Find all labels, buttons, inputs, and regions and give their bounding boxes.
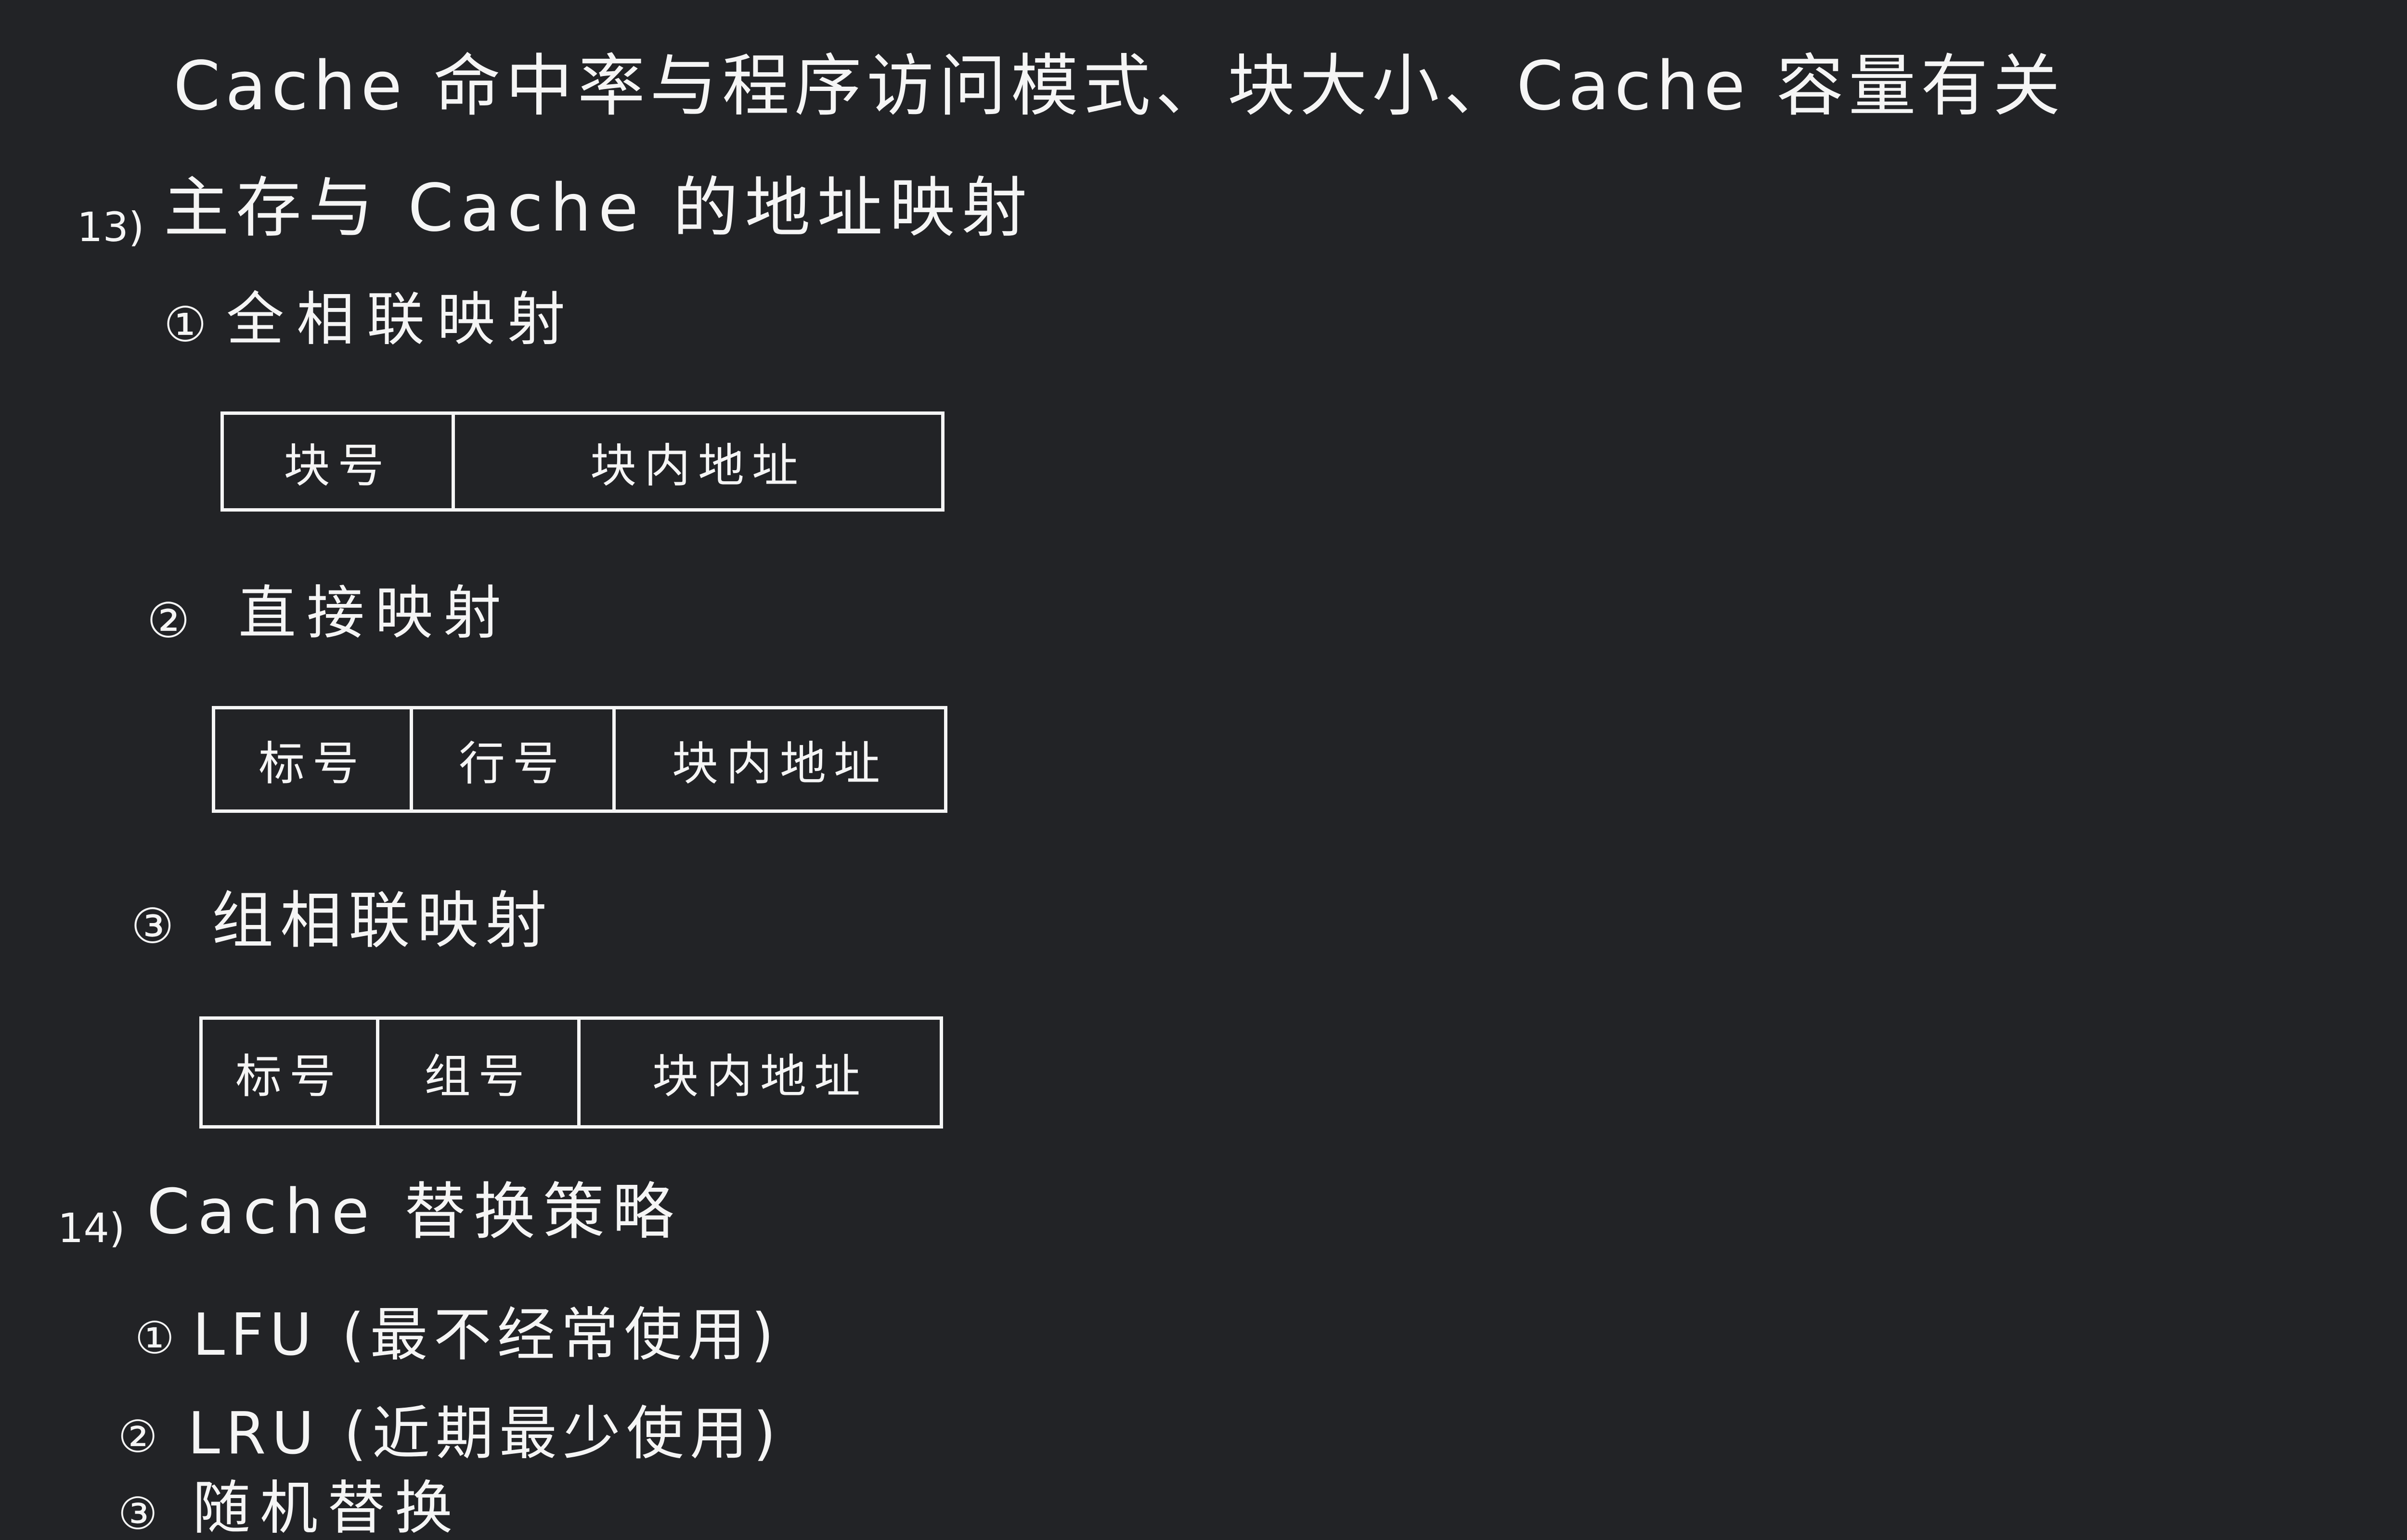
field-block-offset: 块内地址 (577, 1020, 940, 1125)
mapping-2-title: 直接映射 (238, 580, 512, 647)
mapping-3-marker: ③ (131, 898, 174, 954)
mapping-2-address-format: 标号 行号 块内地址 (212, 706, 947, 813)
policy-2-marker: ② (118, 1411, 158, 1463)
mapping-1-marker: ① (164, 296, 207, 353)
field-tag: 标号 (235, 1050, 343, 1104)
policy-1-text: LFU (最不经常使用) (193, 1302, 780, 1369)
policy-1-marker: ① (135, 1312, 175, 1364)
mapping-1-title: 全相联映射 (226, 286, 578, 353)
mapping-1-address-format: 块号 块内地址 (220, 411, 945, 512)
policy-3-marker: ③ (118, 1488, 158, 1540)
mapping-3-title: 组相联映射 (212, 885, 554, 957)
policy-2-text: LRU (近期最少使用) (188, 1400, 782, 1467)
section-14-number: 14) (58, 1205, 125, 1252)
mapping-2-marker: ② (147, 592, 190, 649)
field-set-number: 组号 (376, 1020, 577, 1125)
field-line-number: 行号 (410, 709, 612, 809)
field-block-number: 块号 (284, 438, 392, 493)
section-14-title: Cache 替换策略 (147, 1176, 682, 1248)
field-tag: 标号 (259, 736, 366, 791)
intro-line: Cache 命中率与程序访问模式、块大小、Cache 容量有关 (173, 47, 2065, 126)
section-13-number: 13) (77, 204, 144, 251)
field-block-offset: 块内地址 (612, 709, 944, 809)
section-13-title: 主存与 Cache 的地址映射 (164, 170, 1034, 246)
policy-3-text: 随机替换 (193, 1475, 462, 1540)
mapping-3-address-format: 标号 组号 块内地址 (199, 1016, 943, 1129)
field-block-offset: 块内地址 (452, 415, 941, 508)
